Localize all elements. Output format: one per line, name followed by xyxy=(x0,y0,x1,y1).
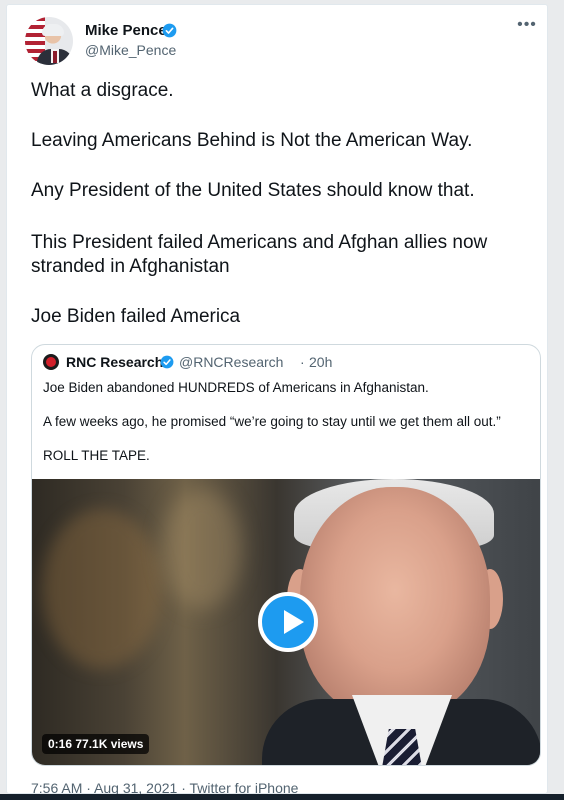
separator-dot: · xyxy=(300,354,305,370)
more-horizontal-icon[interactable]: ••• xyxy=(517,17,537,39)
author-name[interactable]: Mike Pence xyxy=(85,22,167,39)
play-icon[interactable] xyxy=(258,592,318,652)
bottom-bar xyxy=(0,794,564,800)
avatar-hair xyxy=(42,24,64,36)
quoted-tweet[interactable]: RNC Research @RNCResearch · 20h Joe Bide… xyxy=(31,344,541,766)
author-avatar[interactable] xyxy=(25,17,73,65)
background-blur xyxy=(162,489,242,609)
tweet-line-6: Joe Biden failed America xyxy=(31,306,241,327)
video-stats: 0:16 77.1K views xyxy=(42,734,150,754)
tweet-line-2: Leaving Americans Behind is Not the Amer… xyxy=(31,130,473,151)
tweet-line-1: What a disgrace. xyxy=(31,80,174,101)
tweet-line-3: Any President of the United States shoul… xyxy=(31,180,475,201)
avatar-tie xyxy=(53,51,57,63)
video-duration: 0:16 xyxy=(48,737,73,751)
tweet-line-4: This President failed Americans and Afgh… xyxy=(31,232,488,253)
quoted-line-2: A few weeks ago, he promised “we’re goin… xyxy=(43,414,501,429)
tweet-card: Mike Pence @Mike_Pence ••• What a disgra… xyxy=(6,4,548,796)
tweet-line-5: stranded in Afghanistan xyxy=(31,256,230,277)
verified-badge-icon xyxy=(160,355,174,369)
quoted-timestamp[interactable]: 20h xyxy=(309,354,332,370)
subject-face xyxy=(300,487,490,717)
video-player[interactable]: 0:16 77.1K views xyxy=(32,479,540,765)
quoted-line-3: ROLL THE TAPE. xyxy=(43,448,150,463)
verified-badge-icon xyxy=(162,23,177,38)
video-views: 77.1K views xyxy=(75,737,144,751)
quoted-author-name[interactable]: RNC Research xyxy=(66,354,163,370)
rnc-avatar[interactable] xyxy=(43,354,59,370)
background-blur xyxy=(42,509,162,669)
author-handle[interactable]: @Mike_Pence xyxy=(85,42,176,58)
quoted-author-handle[interactable]: @RNCResearch xyxy=(179,354,283,370)
quoted-line-1: Joe Biden abandoned HUNDREDS of American… xyxy=(43,380,429,395)
